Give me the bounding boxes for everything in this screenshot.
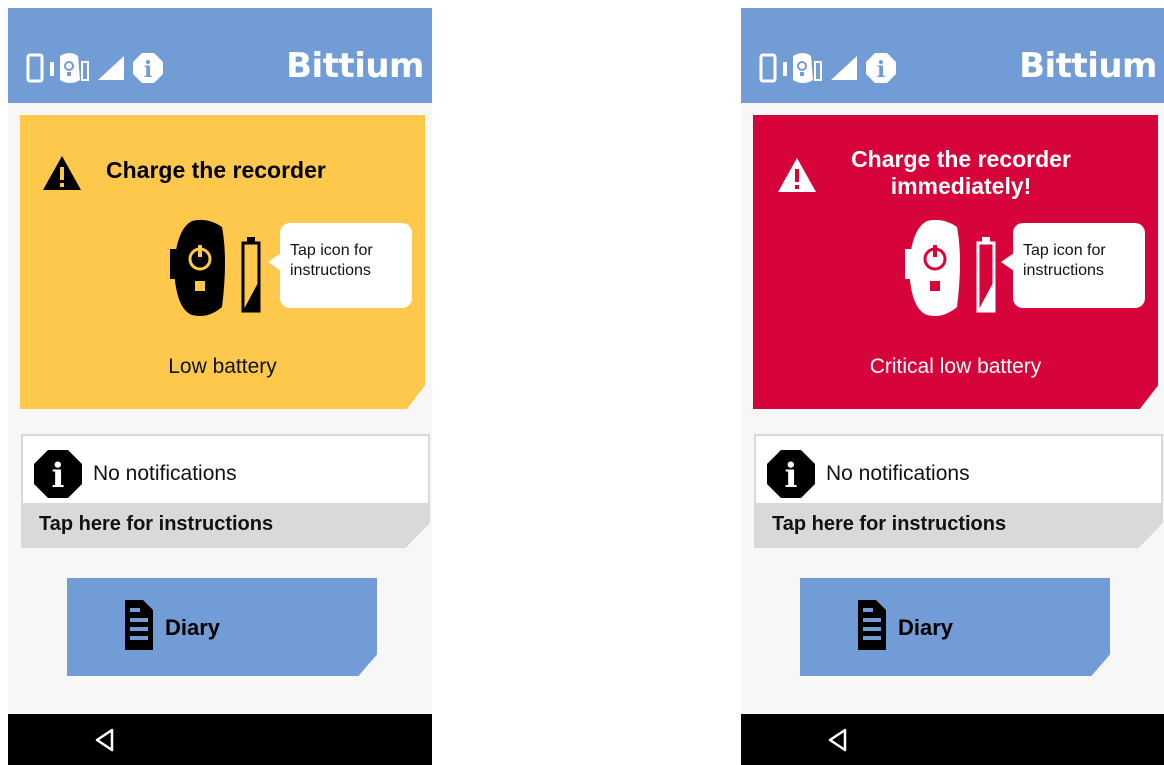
diary-label: Diary <box>165 615 221 640</box>
status-icons: i <box>759 50 897 86</box>
instructions-link[interactable]: Tap here for instructions <box>772 513 1006 536</box>
battery-status-text: Critical low battery <box>869 355 1042 378</box>
phone-icon <box>759 53 777 83</box>
svg-text:i: i <box>52 456 65 496</box>
diary-button[interactable]: Diary <box>67 578 377 676</box>
instructions-link[interactable]: Tap here for instructions <box>39 513 273 536</box>
recorder-icon <box>50 53 89 83</box>
alert-title: Charge the recorder <box>106 157 326 183</box>
status-bar: i Bittium <box>8 8 432 103</box>
diary-label: Diary <box>898 615 954 640</box>
signal-icon <box>98 56 124 80</box>
brand-logo: Bittium <box>1019 46 1157 86</box>
notification-row: i No notifications <box>756 436 1161 503</box>
status-icons: i <box>26 50 164 86</box>
signal-icon <box>831 56 857 80</box>
battery-alert-card[interactable]: Charge the recorder immediately! Tap ico… <box>753 115 1158 409</box>
status-bar: i Bittium <box>741 8 1164 103</box>
notification-card[interactable]: i No notifications Tap here for instruct… <box>754 434 1163 548</box>
tap-icon-tooltip: Tap icon for instructions <box>1001 223 1145 308</box>
notification-card[interactable]: i No notifications Tap here for instruct… <box>21 434 430 548</box>
info-icon: i <box>133 53 163 83</box>
notification-text: No notifications <box>93 462 237 485</box>
back-icon[interactable] <box>827 728 849 752</box>
phone-icon <box>26 53 44 83</box>
info-icon: i <box>866 53 896 83</box>
warning-icon <box>43 156 81 190</box>
screen-critical-battery: i Bittium Charge the recorder immediatel… <box>741 8 1164 765</box>
svg-text:i: i <box>877 57 885 83</box>
recorder-battery-icon[interactable] <box>905 219 1015 319</box>
screen-low-battery: i Bittium Charge the recorder Tap icon f… <box>8 8 432 765</box>
document-icon <box>125 600 153 650</box>
recorder-battery-icon[interactable] <box>170 219 280 319</box>
diary-button[interactable]: Diary <box>800 578 1110 676</box>
battery-alert-card[interactable]: Charge the recorder Tap icon for instruc… <box>20 115 425 409</box>
navigation-bar <box>741 714 1164 765</box>
info-octagon-icon: i <box>767 450 815 498</box>
notification-text: No notifications <box>826 462 970 485</box>
recorder-icon <box>783 53 822 83</box>
battery-status-text: Low battery <box>168 355 277 378</box>
info-octagon-icon: i <box>34 450 82 498</box>
navigation-bar <box>8 714 432 765</box>
instructions-link-row[interactable]: Tap here for instructions <box>756 503 1161 546</box>
instructions-link-row[interactable]: Tap here for instructions <box>23 503 428 546</box>
document-icon <box>858 600 886 650</box>
alert-title: Charge the recorder immediately! <box>851 146 1071 199</box>
back-icon[interactable] <box>94 728 116 752</box>
tap-icon-tooltip: Tap icon for instructions <box>268 223 412 308</box>
brand-logo: Bittium <box>286 46 424 86</box>
svg-text:i: i <box>785 456 798 496</box>
notification-row: i No notifications <box>23 436 428 503</box>
svg-text:i: i <box>144 57 152 83</box>
